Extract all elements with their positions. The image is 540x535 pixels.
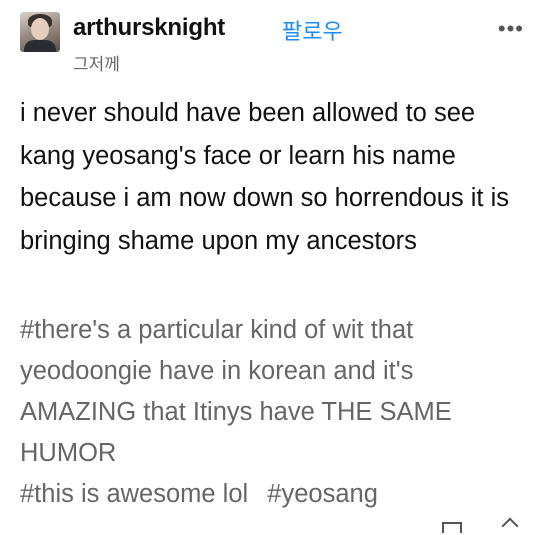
post-header: arthursknight 팔로우 그저께 ••• — [20, 12, 524, 78]
avatar-shirt — [24, 40, 56, 52]
follow-button[interactable]: 팔로우 — [282, 14, 343, 46]
edit-icon[interactable] — [501, 517, 519, 535]
tag-link[interactable]: #there's a particular kind of wit that y… — [20, 310, 525, 474]
post-timestamp[interactable]: 그저께 — [73, 50, 120, 75]
tag-link[interactable]: #this is awesome lol — [20, 480, 248, 508]
notes-icon[interactable] — [442, 522, 462, 533]
tag-link[interactable]: #yeosang — [267, 480, 378, 508]
username-link[interactable]: arthursknight — [73, 14, 225, 42]
avatar[interactable] — [20, 12, 60, 52]
post-tags: #there's a particular kind of wit that y… — [20, 310, 525, 515]
avatar-face — [31, 18, 49, 40]
post-footer — [430, 517, 530, 535]
more-options-icon[interactable]: ••• — [498, 18, 524, 40]
post-body-text: i never should have been allowed to see … — [20, 99, 510, 255]
